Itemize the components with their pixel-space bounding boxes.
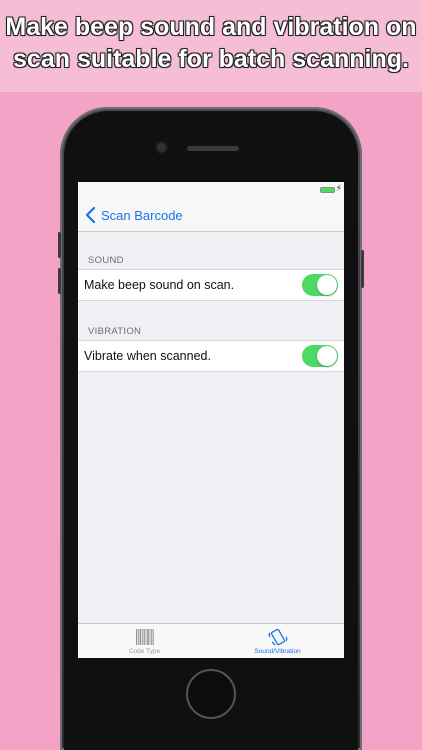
tab-sound-vibration[interactable]: Sound/Vibration xyxy=(211,624,344,658)
tab-bar: Code Type Sound/Vibration xyxy=(78,623,344,658)
earpiece-speaker xyxy=(187,146,239,151)
setting-label-beep-sound: Make beep sound on scan. xyxy=(84,278,235,292)
status-bar: ⚡ xyxy=(78,182,344,198)
tab-label-sound-vibration: Sound/Vibration xyxy=(254,648,301,655)
vibration-icon xyxy=(268,628,288,646)
banner-headline-line-1: Make beep sound and vibration on xyxy=(5,13,417,41)
banner-headline-line-2: scan suitable for batch scanning. xyxy=(13,45,409,73)
section-header-vibration: VIBRATION xyxy=(88,326,142,337)
section-header-sound: SOUND xyxy=(88,255,124,266)
setting-row-vibrate: Vibrate when scanned. xyxy=(78,340,344,372)
app-screen: ⚡ Scan Barcode SOUND Make beep sound on … xyxy=(78,182,344,658)
setting-row-beep-sound: Make beep sound on scan. xyxy=(78,269,344,301)
battery-icon xyxy=(320,187,335,193)
tab-label-code-type: Code Type xyxy=(128,648,161,655)
back-button[interactable]: Scan Barcode xyxy=(84,204,183,226)
beep-sound-toggle[interactable] xyxy=(302,274,338,296)
phone-volume-up-button xyxy=(58,268,61,294)
navigation-bar: Scan Barcode xyxy=(78,198,344,232)
chevron-left-icon xyxy=(85,206,96,224)
vibrate-toggle[interactable] xyxy=(302,345,338,367)
barcode-icon xyxy=(136,629,154,645)
phone-side-button xyxy=(58,232,61,258)
front-camera xyxy=(157,143,166,152)
promo-banner: Make beep sound and vibration on scan su… xyxy=(0,0,422,92)
toggle-knob xyxy=(317,275,337,295)
home-button[interactable] xyxy=(186,669,236,719)
back-button-label: Scan Barcode xyxy=(101,207,183,223)
charging-icon: ⚡ xyxy=(335,183,342,193)
tab-code-type[interactable]: Code Type xyxy=(78,624,211,658)
setting-label-vibrate: Vibrate when scanned. xyxy=(84,349,211,363)
toggle-knob xyxy=(317,346,337,366)
phone-power-button xyxy=(361,250,364,288)
